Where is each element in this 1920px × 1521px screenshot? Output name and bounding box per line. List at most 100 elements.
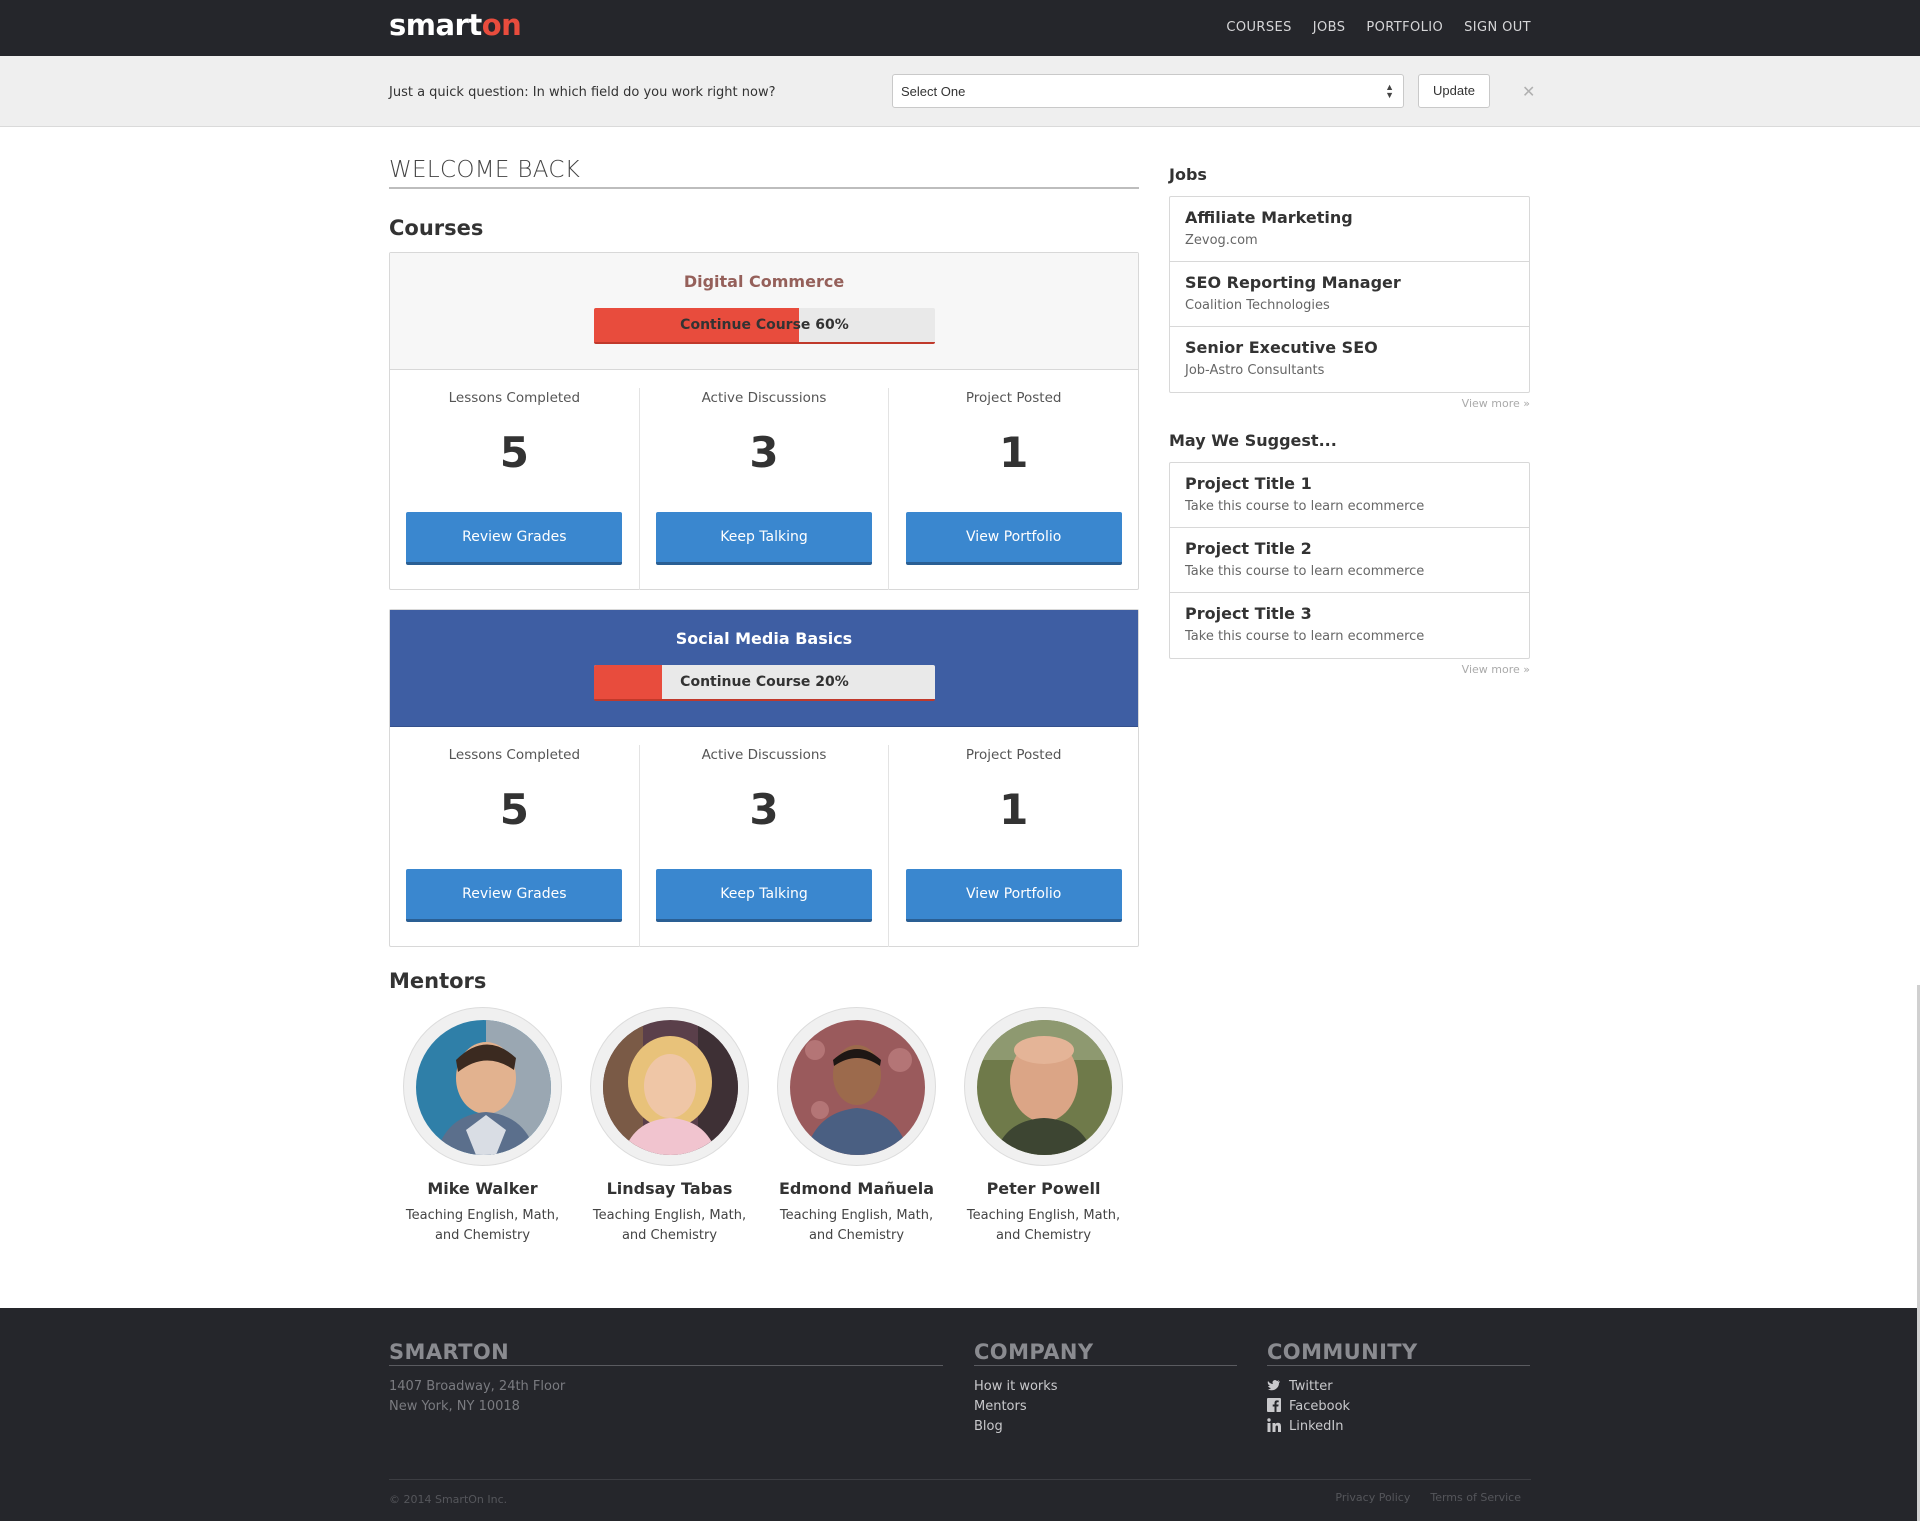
review-grades-button[interactable]: Review Grades [406,512,623,565]
footer-link-mentors[interactable]: Mentors [974,1397,1237,1417]
question-bar: Just a quick question: In which field do… [0,56,1920,127]
field-select[interactable]: Select One ▲ ▼ [892,74,1404,108]
footer-community: COMMUNITY Twitter Facebook LinkedIn [1267,1340,1530,1437]
mentor-description: Teaching English, Math, and Chemistry [592,1208,747,1243]
mentor-description: Teaching English, Math, and Chemistry [779,1208,934,1243]
footer-link-how-it-works[interactable]: How it works [974,1377,1237,1397]
nav-links: COURSES JOBS PORTFOLIO SIGN OUT [1226,20,1531,35]
job-title: Affiliate Marketing [1185,208,1353,227]
footer-link-facebook[interactable]: Facebook [1267,1397,1530,1417]
suggest-list: Project Title 1 Take this course to lear… [1169,462,1530,659]
terms-of-service-link[interactable]: Terms of Service [1430,1491,1521,1504]
stat-label: Lessons Completed [448,747,581,763]
course-header: Digital Commerce Continue Course 60% [390,253,1138,370]
job-item[interactable]: Senior Executive SEO Job-Astro Consultan… [1170,327,1529,392]
stat-value: 3 [749,428,779,477]
nav-courses[interactable]: COURSES [1226,20,1291,35]
suggest-sub: Take this course to learn ecommerce [1185,499,1425,514]
avatar-ring [403,1007,562,1166]
nav-sign-out[interactable]: SIGN OUT [1464,20,1531,35]
stat-value: 1 [999,428,1029,477]
courses-heading: Courses [389,216,484,240]
avatar-ring [964,1007,1123,1166]
footer-divider [389,1479,1531,1480]
suggest-item[interactable]: Project Title 3 Take this course to lear… [1170,593,1529,658]
copyright: © 2014 SmartOn Inc. [389,1493,508,1506]
job-company: Job-Astro Consultants [1185,363,1325,378]
mentor-description: Teaching English, Math, and Chemistry [966,1208,1121,1243]
mentors-list: Mike Walker Teaching English, Math, and C… [389,1007,1139,1246]
suggest-title: Project Title 1 [1185,474,1312,493]
mentor-card[interactable]: Peter Powell Teaching English, Math, and … [964,1007,1123,1246]
stat-label: Active Discussions [701,390,827,406]
footer-company: COMPANY How it works Mentors Blog [974,1340,1237,1437]
logo[interactable]: smarton [389,8,522,42]
field-select-value: Select One [901,84,966,99]
footer-community-heading: COMMUNITY [1267,1340,1530,1366]
job-title: SEO Reporting Manager [1185,273,1401,292]
footer-link-blog[interactable]: Blog [974,1417,1237,1437]
stat-value: 5 [499,785,529,834]
keep-talking-button[interactable]: Keep Talking [656,869,872,922]
stat-discussions: Active Discussions 3 Keep Talking [638,388,889,590]
continue-course-progress[interactable]: Continue Course 60% [594,308,935,344]
course-stats: Lessons Completed 5 Review Grades Active… [390,370,1138,590]
logo-main: smart [389,8,482,42]
jobs-heading: Jobs [1169,165,1207,184]
mentor-card[interactable]: Edmond Mañuela Teaching English, Math, an… [777,1007,936,1246]
mentor-card[interactable]: Mike Walker Teaching English, Math, and C… [403,1007,562,1246]
jobs-view-more-link[interactable]: View more » [1462,397,1530,410]
stat-discussions: Active Discussions 3 Keep Talking [638,745,889,947]
suggest-sub: Take this course to learn ecommerce [1185,564,1425,579]
close-icon[interactable]: ✕ [1522,82,1535,102]
job-item[interactable]: SEO Reporting Manager Coalition Technolo… [1170,262,1529,327]
update-button[interactable]: Update [1418,74,1490,108]
footer-link-twitter[interactable]: Twitter [1267,1377,1530,1397]
select-arrows-icon: ▲ ▼ [1385,82,1394,100]
mentor-name: Peter Powell [986,1179,1101,1198]
main-content: WELCOME BACK Courses Digital Commerce Co… [389,127,1531,1309]
linkedin-icon [1267,1418,1281,1432]
jobs-list: Affiliate Marketing Zevog.com SEO Report… [1169,196,1530,393]
course-title: Social Media Basics [675,629,853,648]
continue-course-progress[interactable]: Continue Course 20% [594,665,935,701]
avatar [790,1020,925,1155]
avatar-ring [777,1007,936,1166]
avatar [416,1020,551,1155]
footer-link-linkedin[interactable]: LinkedIn [1267,1417,1530,1437]
suggest-item[interactable]: Project Title 2 Take this course to lear… [1170,528,1529,593]
job-item[interactable]: Affiliate Marketing Zevog.com [1170,197,1529,262]
stat-label: Active Discussions [701,747,827,763]
view-portfolio-button[interactable]: View Portfolio [905,869,1122,922]
progress-label: Continue Course 20% [680,674,849,690]
footer-smarton-heading: SMARTON [389,1340,943,1366]
suggest-view-more-link[interactable]: View more » [1462,663,1530,676]
stat-lessons: Lessons Completed 5 Review Grades [390,388,639,590]
footer-community-links: Twitter Facebook LinkedIn [1267,1377,1530,1437]
stat-value: 5 [499,428,529,477]
view-portfolio-button[interactable]: View Portfolio [905,512,1122,565]
review-grades-button[interactable]: Review Grades [406,869,623,922]
nav-jobs[interactable]: JOBS [1313,20,1346,35]
mentor-name: Edmond Mañuela [778,1179,935,1198]
privacy-policy-link[interactable]: Privacy Policy [1335,1491,1410,1504]
stat-label: Lessons Completed [448,390,581,406]
suggest-item[interactable]: Project Title 1 Take this course to lear… [1170,463,1529,528]
avatar [603,1020,738,1155]
stat-lessons: Lessons Completed 5 Review Grades [390,745,639,947]
avatar [977,1020,1112,1155]
stat-value: 1 [999,785,1029,834]
facebook-icon [1267,1398,1281,1412]
question-text: Just a quick question: In which field do… [389,85,776,100]
suggest-title: Project Title 3 [1185,604,1312,623]
legal-links: Privacy Policy Terms of Service [1335,1491,1521,1504]
course-header: Social Media Basics Continue Course 20% [390,610,1138,727]
suggest-sub: Take this course to learn ecommerce [1185,629,1425,644]
logo-accent: on [481,8,522,42]
footer: SMARTON 1407 Broadway, 24th Floor New Yor… [0,1308,1920,1521]
mentor-card[interactable]: Lindsay Tabas Teaching English, Math, and… [590,1007,749,1246]
stat-label: Project Posted [965,747,1062,763]
nav-portfolio[interactable]: PORTFOLIO [1366,20,1443,35]
keep-talking-button[interactable]: Keep Talking [656,512,872,565]
job-title: Senior Executive SEO [1185,338,1378,357]
